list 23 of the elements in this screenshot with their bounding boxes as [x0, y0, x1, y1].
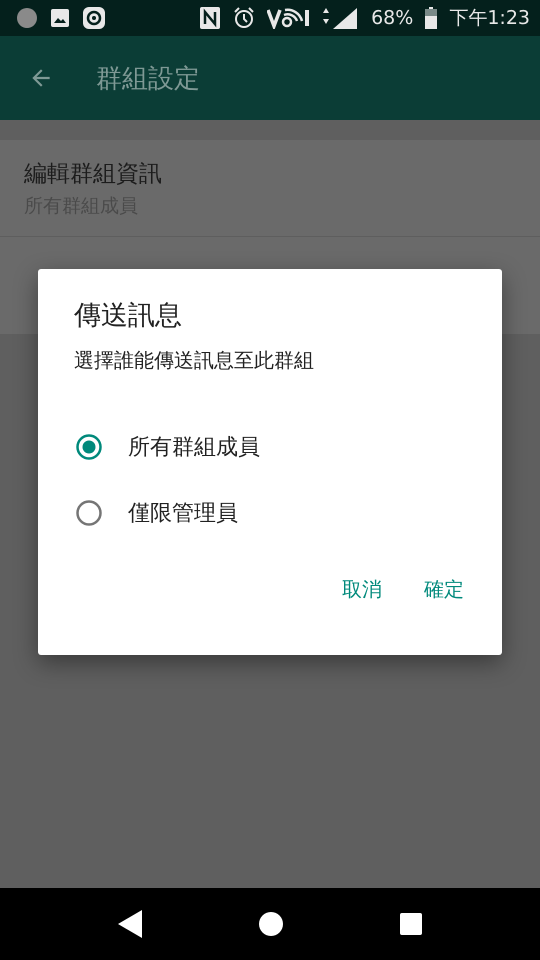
volte-icon	[267, 7, 312, 29]
radio-button[interactable]	[76, 434, 102, 460]
setting-title[interactable]: 編輯群組資訊	[24, 158, 516, 188]
screen-title: 群組設定	[96, 62, 200, 96]
battery-percentage: 68%	[371, 7, 414, 29]
clock-time: 下午1:23	[449, 6, 530, 31]
home-icon[interactable]	[258, 911, 284, 937]
image-icon	[50, 8, 70, 28]
alarm-icon	[233, 7, 256, 29]
dialog-message: 選擇誰能傳送訊息至此群組	[74, 347, 314, 374]
chat-icon	[82, 6, 106, 30]
avatar-icon	[16, 7, 38, 29]
option-label[interactable]: 僅限管理員	[128, 498, 238, 528]
dialog-button[interactable]: 確定	[414, 568, 474, 611]
back-icon[interactable]	[117, 909, 144, 939]
dialog-button[interactable]: 取消	[332, 568, 392, 611]
radio-button[interactable]	[76, 500, 102, 526]
nfc-icon	[199, 6, 222, 30]
option-label[interactable]: 所有群組成員	[128, 432, 260, 462]
battery-icon	[425, 7, 438, 29]
dialog-title: 傳送訊息	[74, 299, 182, 333]
signal-icon	[323, 6, 360, 30]
recents-icon[interactable]	[398, 912, 423, 936]
